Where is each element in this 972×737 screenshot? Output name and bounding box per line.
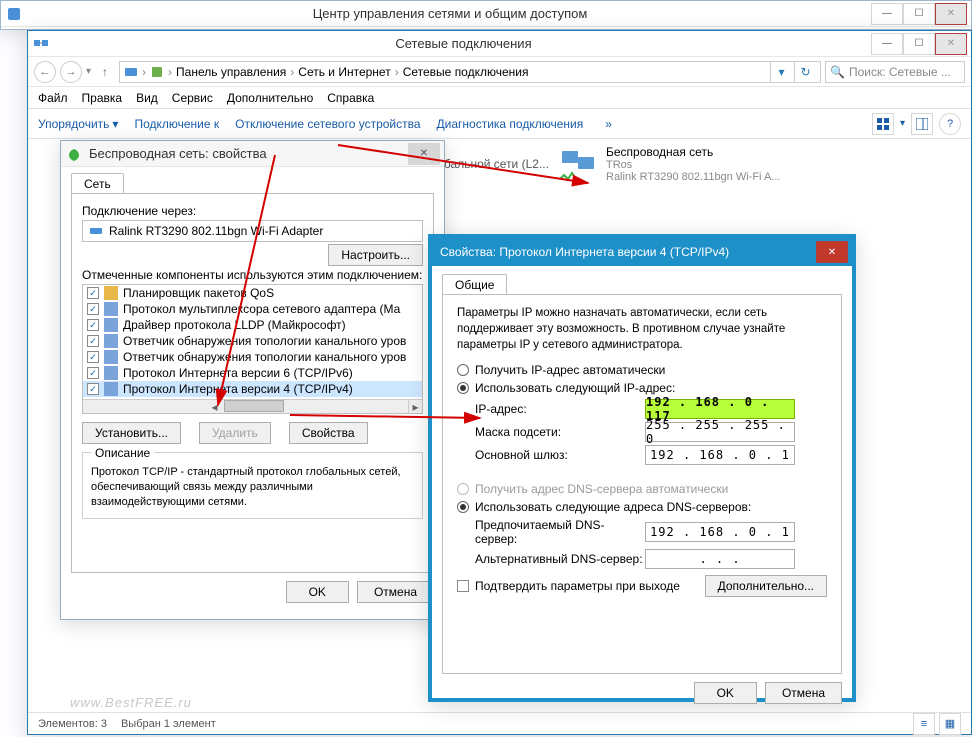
wireless-connection-item[interactable]: Беспроводная сеть TRos Ralink RT3290 802… xyxy=(558,145,898,185)
ip-address-field[interactable]: 192 . 168 . 0 . 117 xyxy=(645,399,795,419)
network-center-window: Центр управления сетями и общим доступом… xyxy=(0,0,972,30)
gateway-field[interactable]: 192 . 168 . 0 . 1 xyxy=(645,445,795,465)
view-dropdown[interactable]: ▾ xyxy=(900,118,905,129)
maximize-button[interactable]: ☐ xyxy=(903,3,935,25)
tab-general[interactable]: Общие xyxy=(442,274,507,295)
diagnose-button[interactable]: Диагностика подключения xyxy=(437,117,584,131)
validate-checkbox[interactable]: Подтвердить параметры при выходе xyxy=(457,579,680,593)
components-list[interactable]: ✓Планировщик пакетов QoS ✓Протокол мульт… xyxy=(82,284,423,414)
dialog-title: Беспроводная сеть: свойства xyxy=(89,146,408,161)
address-dropdown[interactable]: ▾ xyxy=(770,61,792,83)
status-bar: Элементов: 3 Выбран 1 элемент ≡ ▦ xyxy=(28,712,971,734)
disable-device-button[interactable]: Отключение сетевого устройства xyxy=(235,117,420,131)
tab-network[interactable]: Сеть xyxy=(71,173,124,194)
up-button[interactable]: ↑ xyxy=(95,62,115,82)
back-button[interactable]: ← xyxy=(34,61,56,83)
breadcrumb-item[interactable]: Сетевые подключения xyxy=(403,65,529,79)
forward-button[interactable]: → xyxy=(60,61,82,83)
close-button[interactable]: ✕ xyxy=(816,241,848,263)
connect-button[interactable]: Подключение к xyxy=(134,117,219,131)
pc-icon xyxy=(124,65,138,79)
install-button[interactable]: Установить... xyxy=(82,422,181,444)
watermark: www.BestFREE.ru xyxy=(70,695,192,710)
breadcrumb[interactable]: › › Панель управления › Сеть и Интернет … xyxy=(119,61,821,83)
window-title: Центр управления сетями и общим доступом xyxy=(29,6,871,21)
menu-help[interactable]: Справка xyxy=(327,91,374,105)
app-icon xyxy=(5,5,23,23)
adapter-field: Ralink RT3290 802.11bgn Wi-Fi Adapter xyxy=(82,220,423,242)
dns1-field[interactable]: 192 . 168 . 0 . 1 xyxy=(645,522,795,542)
wireless-properties-dialog: Беспроводная сеть: свойства ✕ Сеть Подкл… xyxy=(60,140,445,620)
subnet-mask-field[interactable]: 255 . 255 . 255 . 0 xyxy=(645,422,795,442)
details-view-button[interactable]: ≡ xyxy=(913,713,935,735)
ip-label: IP-адрес: xyxy=(475,402,645,416)
history-dropdown[interactable]: ▾ xyxy=(86,66,91,77)
overflow-chevron[interactable]: » xyxy=(605,117,612,131)
dialog-title: Свойства: Протокол Интернета версии 4 (T… xyxy=(436,245,816,259)
remove-button: Удалить xyxy=(199,422,271,444)
close-button[interactable]: ✕ xyxy=(935,3,967,25)
minimize-button[interactable]: — xyxy=(871,33,903,55)
description-title: Описание xyxy=(91,446,154,460)
adapter-name: Ralink RT3290 802.11bgn Wi-Fi Adapter xyxy=(109,224,323,238)
menu-file[interactable]: Файл xyxy=(38,91,68,105)
search-icon: 🔍 xyxy=(830,65,845,79)
dns2-field[interactable]: . . . xyxy=(645,549,795,569)
connection-name: Беспроводная сеть xyxy=(606,145,780,159)
maximize-button[interactable]: ☐ xyxy=(903,33,935,55)
menu-service[interactable]: Сервис xyxy=(172,91,213,105)
address-bar-row: ← → ▾ ↑ › › Панель управления › Сеть и И… xyxy=(28,57,971,87)
dns1-label: Предпочитаемый DNS-сервер: xyxy=(475,518,645,546)
large-icons-button[interactable]: ▦ xyxy=(939,713,961,735)
adapter-icon xyxy=(89,224,103,238)
dialog-icon xyxy=(65,145,83,163)
menu-view[interactable]: Вид xyxy=(136,91,158,105)
components-label: Отмеченные компоненты используются этим … xyxy=(82,268,423,282)
dns-manual-radio[interactable]: Использовать следующие адреса DNS-сервер… xyxy=(457,500,827,514)
connect-via-label: Подключение через: xyxy=(82,204,423,218)
ok-button[interactable]: OK xyxy=(286,581,349,603)
advanced-button[interactable]: Дополнительно... xyxy=(705,575,827,597)
selection-count: Выбран 1 элемент xyxy=(121,718,216,730)
mask-label: Маска подсети: xyxy=(475,425,645,439)
app-icon xyxy=(32,35,50,53)
menu-extra[interactable]: Дополнительно xyxy=(227,91,313,105)
description-text: Протокол TCP/IP - стандартный протокол г… xyxy=(91,465,414,510)
ip-manual-radio[interactable]: Использовать следующий IP-адрес: xyxy=(457,381,827,395)
window-title: Сетевые подключения xyxy=(56,36,871,51)
breadcrumb-item[interactable]: Сеть и Интернет xyxy=(298,65,390,79)
minimize-button[interactable]: — xyxy=(871,3,903,25)
configure-button[interactable]: Настроить... xyxy=(328,244,423,266)
properties-button[interactable]: Свойства xyxy=(289,422,368,444)
help-button[interactable]: ? xyxy=(939,113,961,135)
view-tiles-button[interactable] xyxy=(872,113,894,135)
command-bar: Упорядочить ▾ Подключение к Отключение с… xyxy=(28,109,971,139)
ipv4-properties-dialog: Свойства: Протокол Интернета версии 4 (T… xyxy=(428,234,856,702)
intro-text: Параметры IP можно назначать автоматичес… xyxy=(457,305,827,353)
ok-button[interactable]: OK xyxy=(694,682,757,704)
cancel-button[interactable]: Отмена xyxy=(765,682,842,704)
menu-edit[interactable]: Правка xyxy=(82,91,123,105)
breadcrumb-item[interactable]: Панель управления xyxy=(176,65,286,79)
cancel-button[interactable]: Отмена xyxy=(357,581,434,603)
search-input[interactable]: 🔍 Поиск: Сетевые ... xyxy=(825,61,965,83)
preview-pane-button[interactable] xyxy=(911,113,933,135)
menu-bar: Файл Правка Вид Сервис Дополнительно Спр… xyxy=(28,87,971,109)
close-button[interactable]: ✕ xyxy=(935,33,967,55)
gateway-label: Основной шлюз: xyxy=(475,448,645,462)
connection-icon xyxy=(558,145,598,185)
connection-network: TRos xyxy=(606,159,780,171)
close-button[interactable]: ✕ xyxy=(408,143,440,165)
item-count: Элементов: 3 xyxy=(38,718,107,730)
dns-auto-radio: Получить адрес DNS-сервера автоматически xyxy=(457,482,827,496)
search-placeholder: Поиск: Сетевые ... xyxy=(849,65,951,79)
refresh-button[interactable]: ↻ xyxy=(794,61,816,83)
cpl-icon xyxy=(150,65,164,79)
connection-adapter: Ralink RT3290 802.11bgn Wi-Fi A... xyxy=(606,171,780,183)
organize-button[interactable]: Упорядочить ▾ xyxy=(38,117,118,131)
dns2-label: Альтернативный DNS-сервер: xyxy=(475,552,645,566)
ip-auto-radio[interactable]: Получить IP-адрес автоматически xyxy=(457,363,827,377)
horizontal-scrollbar[interactable]: ◂▸ xyxy=(83,399,422,413)
